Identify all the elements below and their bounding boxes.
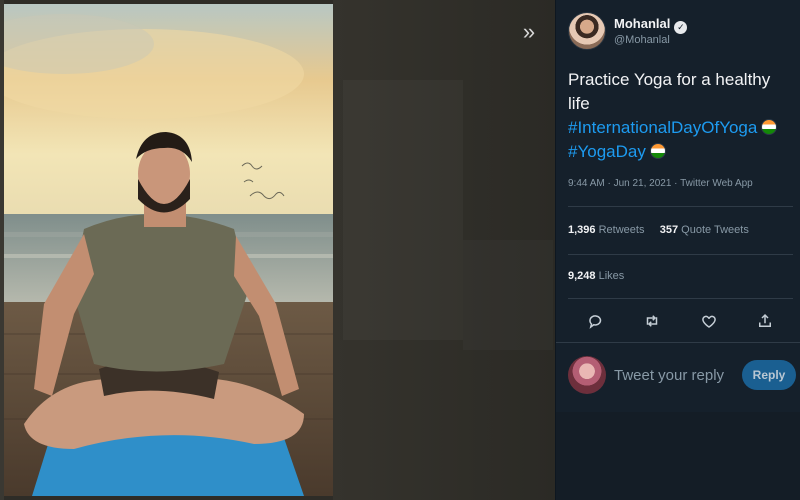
reply-composer: Reply — [556, 348, 800, 410]
tweet-author: Mohanlal ✓ @Mohanlal — [568, 10, 793, 54]
retweets-count[interactable]: 1,396 — [568, 224, 596, 236]
tweet-body: Practice Yoga for a healthy life — [568, 70, 771, 113]
tweet-stats: 1,396 Retweets 357 Quote Tweets — [568, 224, 749, 236]
divider — [568, 206, 793, 207]
quote-count[interactable]: 357 — [660, 224, 678, 236]
author-name-link[interactable]: Mohanlal ✓ — [614, 16, 688, 34]
reply-input[interactable] — [614, 362, 734, 388]
india-flag-icon — [761, 119, 778, 135]
replies-area — [556, 412, 800, 500]
likes-count[interactable]: 9,248 — [568, 270, 596, 282]
divider — [556, 342, 800, 343]
share-icon[interactable] — [751, 308, 779, 334]
tweet-text: Practice Yoga for a healthy life #Intern… — [568, 68, 793, 164]
verified-icon: ✓ — [674, 21, 688, 34]
retweet-icon[interactable] — [638, 308, 666, 334]
yoga-photo[interactable] — [4, 4, 333, 496]
like-icon[interactable] — [695, 308, 723, 334]
tweet-actions — [568, 308, 793, 334]
avatar — [568, 356, 606, 394]
double-chevron-right-icon[interactable]: » — [515, 18, 543, 46]
india-flag-icon — [649, 143, 666, 159]
reply-icon[interactable] — [582, 308, 610, 334]
hashtag-link[interactable]: #YogaDay — [568, 142, 646, 161]
tweet-likes: 9,248 Likes — [568, 270, 624, 282]
avatar[interactable] — [568, 12, 606, 50]
author-handle[interactable]: @Mohanlal — [614, 34, 670, 46]
divider — [568, 298, 793, 299]
hashtag-link[interactable]: #InternationalDayOfYoga — [568, 118, 757, 137]
tweet-timestamp[interactable]: 9:44 AM · Jun 21, 2021 · Twitter Web App — [568, 178, 753, 189]
viewer-backdrop — [333, 0, 555, 500]
reply-button[interactable]: Reply — [742, 360, 796, 390]
retweets-label[interactable]: Retweets — [599, 224, 645, 236]
tweet-panel: Mohanlal ✓ @Mohanlal Practice Yoga for a … — [555, 0, 800, 500]
media-viewer: » — [0, 0, 555, 500]
author-name[interactable]: Mohanlal — [614, 16, 670, 31]
quote-label[interactable]: Quote Tweets — [681, 224, 749, 236]
likes-label[interactable]: Likes — [599, 270, 625, 282]
divider — [568, 254, 793, 255]
